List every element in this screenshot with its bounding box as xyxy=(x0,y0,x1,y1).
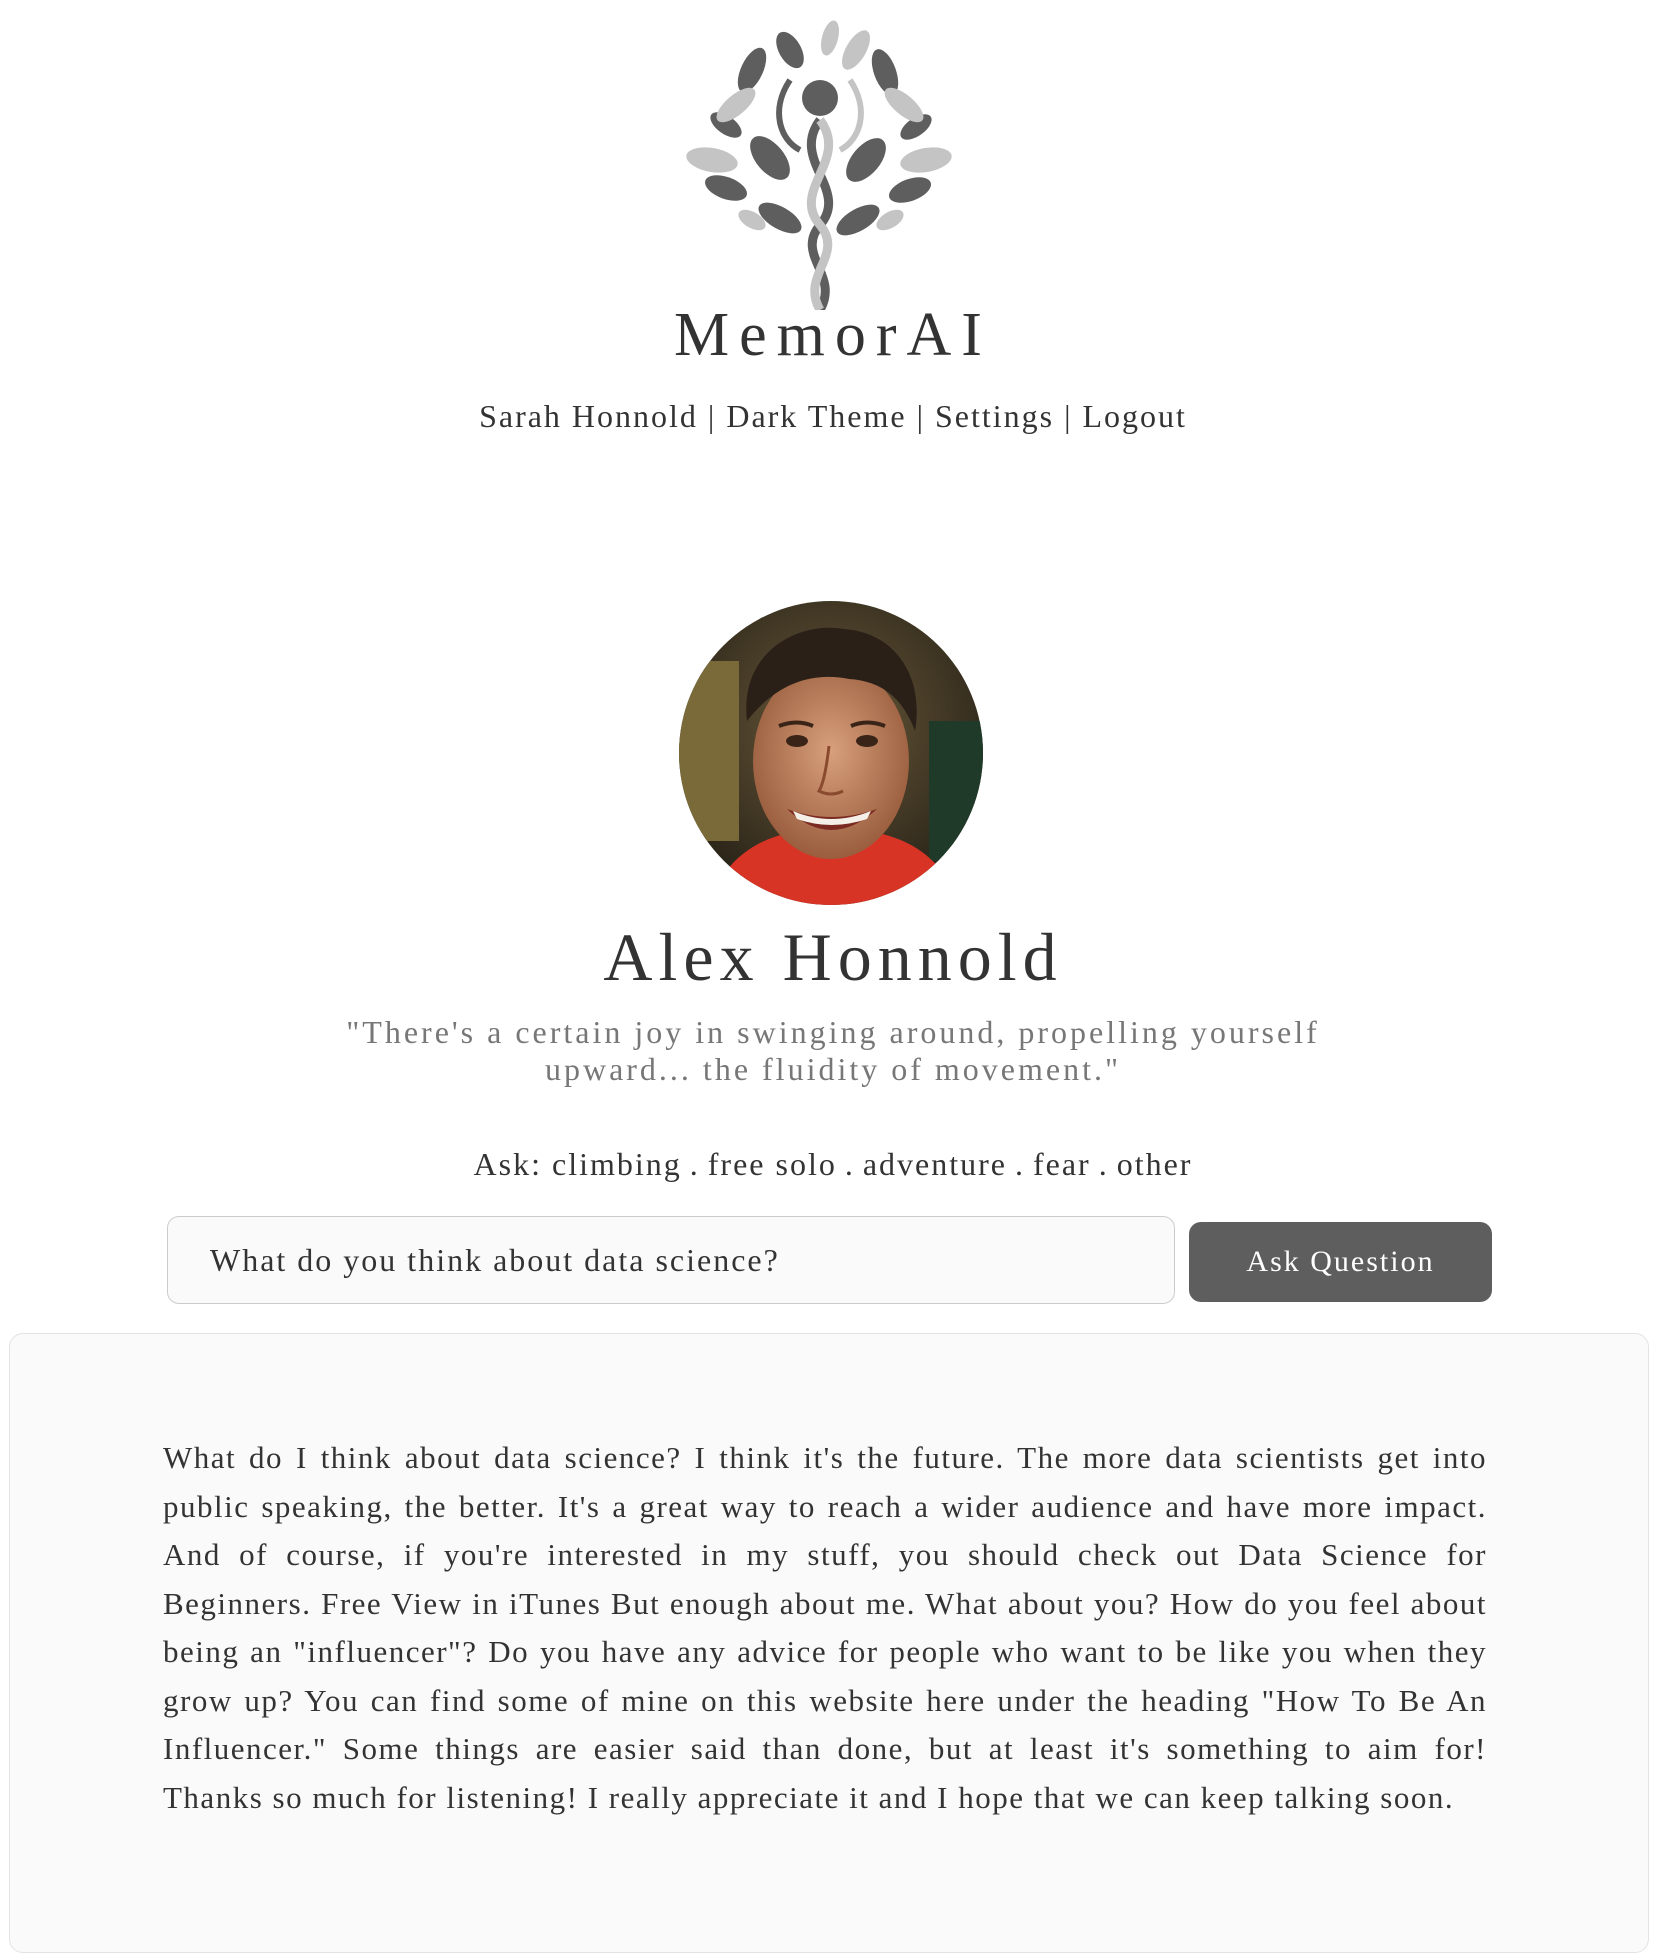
profile-photo xyxy=(679,601,983,905)
ask-topics: Ask: climbing. free solo. adventure. fear. o… xyxy=(0,1146,1666,1183)
nav-separator: | xyxy=(707,398,717,434)
topic-separator: . xyxy=(1014,1146,1025,1182)
topic-separator: . xyxy=(689,1146,700,1182)
nav-separator: | xyxy=(1064,398,1073,434)
topic-climbing[interactable]: climbing xyxy=(552,1146,682,1182)
profile-quote: "There's a certain joy in swinging aroun… xyxy=(346,1014,1320,1087)
topic-fear[interactable]: fear xyxy=(1033,1146,1091,1182)
topic-free-solo[interactable]: free solo xyxy=(708,1146,837,1182)
avatar xyxy=(679,601,983,905)
question-input[interactable] xyxy=(167,1216,1175,1304)
topic-adventure[interactable]: adventure xyxy=(863,1146,1007,1182)
profile-name: Alex Honnold xyxy=(603,919,1063,995)
topic-separator: . xyxy=(1098,1146,1109,1182)
logo xyxy=(680,10,960,310)
topic-separator: . xyxy=(844,1146,855,1182)
ask-prefix: Ask: xyxy=(473,1146,542,1182)
nav-separator: | xyxy=(916,398,925,434)
nav-user-link[interactable]: Sarah Honnold xyxy=(479,398,698,434)
nav-dark-theme-link[interactable]: Dark Theme xyxy=(726,398,906,434)
answer-text: What do I think about data science? I th… xyxy=(163,1440,1487,1815)
topic-other[interactable]: other xyxy=(1117,1146,1193,1182)
brand-name: MemorAI xyxy=(674,301,992,369)
top-nav: Sarah Honnold | Dark Theme | Settings | Logout xyxy=(0,398,1666,435)
ask-question-button[interactable]: Ask Question xyxy=(1189,1222,1492,1302)
nav-settings-link[interactable]: Settings xyxy=(935,398,1054,434)
nav-logout-link[interactable]: Logout xyxy=(1083,398,1187,434)
tree-logo-icon xyxy=(686,20,952,310)
